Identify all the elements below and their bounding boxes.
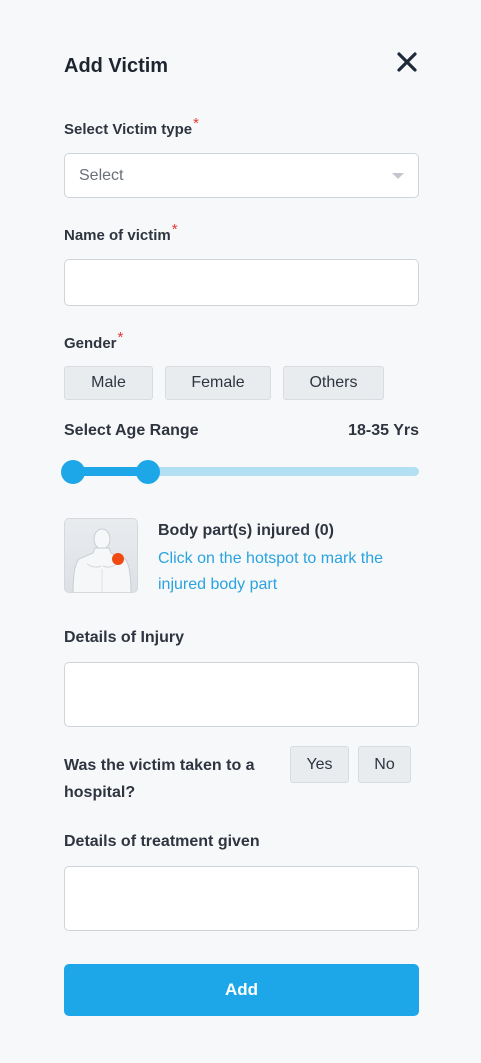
injury-details-textarea[interactable]	[64, 662, 419, 727]
gender-label: Gender*	[64, 329, 123, 352]
victim-name-label-text: Name of victim	[64, 227, 171, 244]
body-parts-hint-link[interactable]: Click on the hotspot to mark the injured…	[158, 546, 408, 598]
add-button[interactable]: Add	[64, 964, 419, 1016]
body-parts-injured-title: Body part(s) injured (0)	[158, 522, 335, 539]
hospital-question: Was the victim taken to a hospital?	[64, 757, 255, 801]
injury-details-label: Details of Injury	[64, 629, 185, 646]
required-mark: *	[193, 115, 199, 132]
victim-type-label-text: Select Victim type	[64, 121, 193, 138]
victim-type-select-value: Select	[79, 167, 124, 184]
victim-type-label: Select Victim type*	[64, 115, 199, 138]
gender-label-text: Gender	[64, 335, 117, 352]
human-body-icon	[72, 528, 132, 592]
treatment-details-label: Details of treatment given	[64, 833, 260, 850]
add-victim-panel: Add Victim Select Victim type* Select Na…	[0, 0, 481, 1063]
chevron-down-icon	[392, 173, 404, 179]
age-range-value: 18-35 Yrs	[348, 422, 419, 439]
victim-name-label: Name of victim*	[64, 221, 178, 244]
age-range-max-handle[interactable]	[136, 460, 160, 484]
required-mark: *	[171, 221, 178, 238]
required-mark: *	[117, 329, 124, 346]
body-map-thumbnail[interactable]	[64, 518, 138, 593]
gender-female-button[interactable]: Female	[165, 366, 271, 400]
close-button[interactable]	[392, 48, 422, 78]
treatment-details-textarea[interactable]	[64, 866, 419, 931]
age-range-min-handle[interactable]	[61, 460, 85, 484]
gender-male-button[interactable]: Male	[64, 366, 153, 400]
injury-hotspot	[112, 553, 124, 565]
page-title: Add Victim	[64, 55, 169, 77]
hospital-yes-button[interactable]: Yes	[290, 746, 349, 783]
age-range-label: Select Age Range	[64, 422, 199, 439]
close-icon	[397, 52, 417, 72]
gender-others-button[interactable]: Others	[283, 366, 384, 400]
hospital-no-button[interactable]: No	[358, 746, 411, 783]
victim-name-input[interactable]	[64, 259, 419, 306]
victim-type-select[interactable]: Select	[64, 153, 419, 198]
